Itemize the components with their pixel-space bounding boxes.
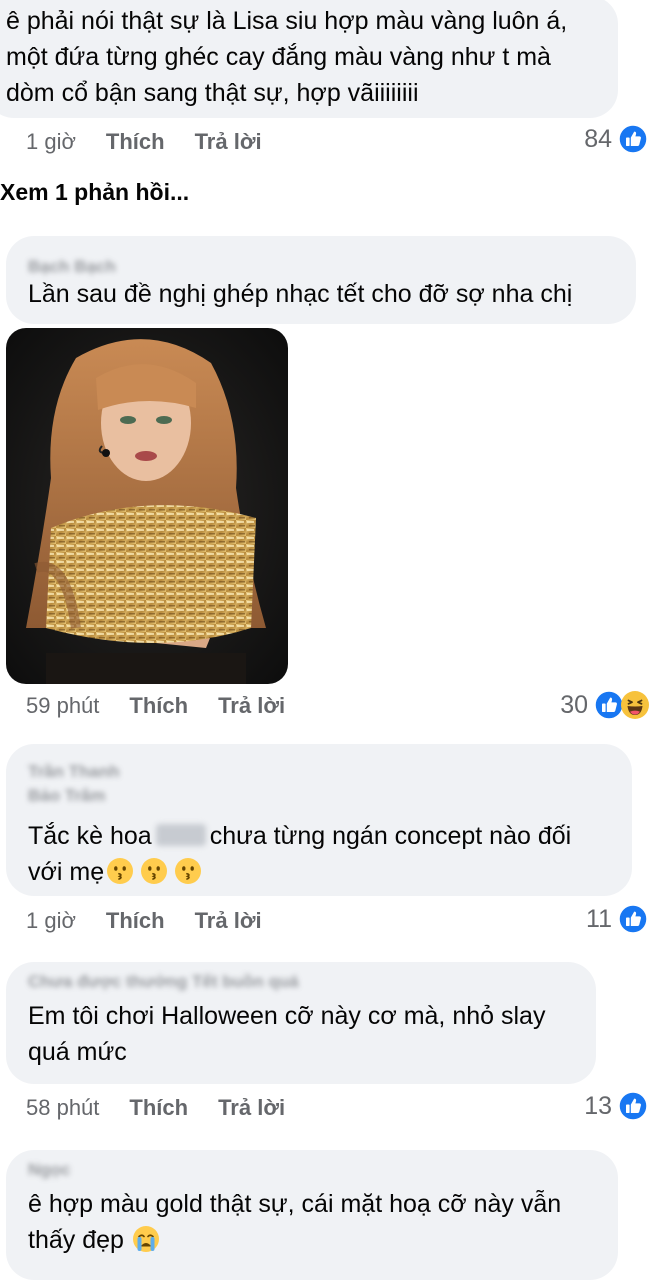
redacted-mention bbox=[155, 824, 206, 846]
comment-photo[interactable] bbox=[6, 328, 288, 684]
reaction-summary[interactable]: 11 bbox=[586, 902, 648, 936]
like-icon bbox=[618, 124, 648, 154]
comment-author[interactable]: Bảo Trâm bbox=[28, 784, 610, 808]
comment-text: Lần sau đề nghị ghép nhạc tết cho đỡ sợ … bbox=[28, 280, 573, 308]
haha-icon bbox=[620, 690, 650, 720]
comment-bubble: Ngọc ê hợp màu gold thật sự, cái mặt hoạ… bbox=[6, 1150, 618, 1280]
comment-time[interactable]: 1 giờ bbox=[26, 125, 76, 159]
comment-text: Tắc kè hoa chưa từng ngán concept nào đối… bbox=[28, 808, 610, 890]
reaction-summary[interactable]: 84 bbox=[584, 122, 648, 156]
comment-meta: 59 phút Thích Trả lời bbox=[26, 689, 285, 723]
view-replies-link[interactable]: Xem 1 phản hồi... bbox=[0, 176, 189, 208]
comment-time[interactable]: 58 phút bbox=[26, 1091, 99, 1125]
reaction-summary[interactable]: 30 bbox=[560, 688, 650, 722]
crying-face-icon bbox=[132, 1225, 160, 1253]
reply-button[interactable]: Trả lời bbox=[218, 689, 285, 723]
reply-button[interactable]: Trả lời bbox=[218, 1091, 285, 1125]
comment-author[interactable]: Chưa được thưởng Tết buồn quá bbox=[28, 962, 574, 992]
comment-author-line[interactable]: Trần Thanh bbox=[28, 744, 610, 784]
comment-bubble: Chưa được thưởng Tết buồn quá Em tôi chơ… bbox=[6, 962, 596, 1084]
reply-button[interactable]: Trả lời bbox=[195, 904, 262, 938]
comment-bubble: Bạch Bạch Lần sau đề nghị ghép nhạc tết … bbox=[6, 236, 636, 324]
comment-author[interactable]: Ngọc bbox=[28, 1150, 596, 1180]
comment-time[interactable]: 1 giờ bbox=[26, 904, 76, 938]
comment-author[interactable]: Bạch Bạch bbox=[28, 236, 614, 276]
reaction-count: 13 bbox=[584, 1091, 612, 1120]
like-button[interactable]: Thích bbox=[129, 1091, 188, 1125]
like-button[interactable]: Thích bbox=[129, 689, 188, 723]
reaction-count: 84 bbox=[584, 124, 612, 153]
like-button[interactable]: Thích bbox=[106, 125, 165, 159]
reaction-count: 30 bbox=[560, 690, 588, 719]
like-button[interactable]: Thích bbox=[106, 904, 165, 938]
comment-text: Em tôi chơi Halloween cỡ này cơ mà, nhỏ … bbox=[28, 1002, 546, 1066]
comment-text: ê phải nói thật sự là Lisa siu hợp màu v… bbox=[6, 7, 568, 107]
kissing-face-icon bbox=[106, 857, 134, 885]
comment-bubble: Trần Thanh Bảo Trâm Tắc kè hoa chưa từng … bbox=[6, 744, 632, 896]
comment-text: ê hợp màu gold thật sự, cái mặt hoạ cỡ n… bbox=[28, 1180, 596, 1258]
reply-button[interactable]: Trả lời bbox=[195, 125, 262, 159]
kissing-face-icon bbox=[140, 857, 168, 885]
reaction-summary[interactable]: 13 bbox=[584, 1089, 648, 1123]
comment-meta: 1 giờ Thích Trả lời bbox=[26, 904, 262, 938]
comment-meta: 1 giờ Thích Trả lời bbox=[26, 125, 262, 159]
like-icon bbox=[618, 1091, 648, 1121]
reaction-count: 11 bbox=[586, 904, 612, 933]
comment-time[interactable]: 59 phút bbox=[26, 689, 99, 723]
comment-bubble: ê phải nói thật sự là Lisa siu hợp màu v… bbox=[0, 0, 618, 118]
comment-text-body: ê hợp màu gold thật sự, cái mặt hoạ cỡ n… bbox=[28, 1190, 562, 1254]
comment-meta: 58 phút Thích Trả lời bbox=[26, 1091, 285, 1125]
kissing-face-icon bbox=[174, 857, 202, 885]
like-icon bbox=[618, 904, 648, 934]
comment-text-start: Tắc kè hoa bbox=[28, 822, 152, 850]
